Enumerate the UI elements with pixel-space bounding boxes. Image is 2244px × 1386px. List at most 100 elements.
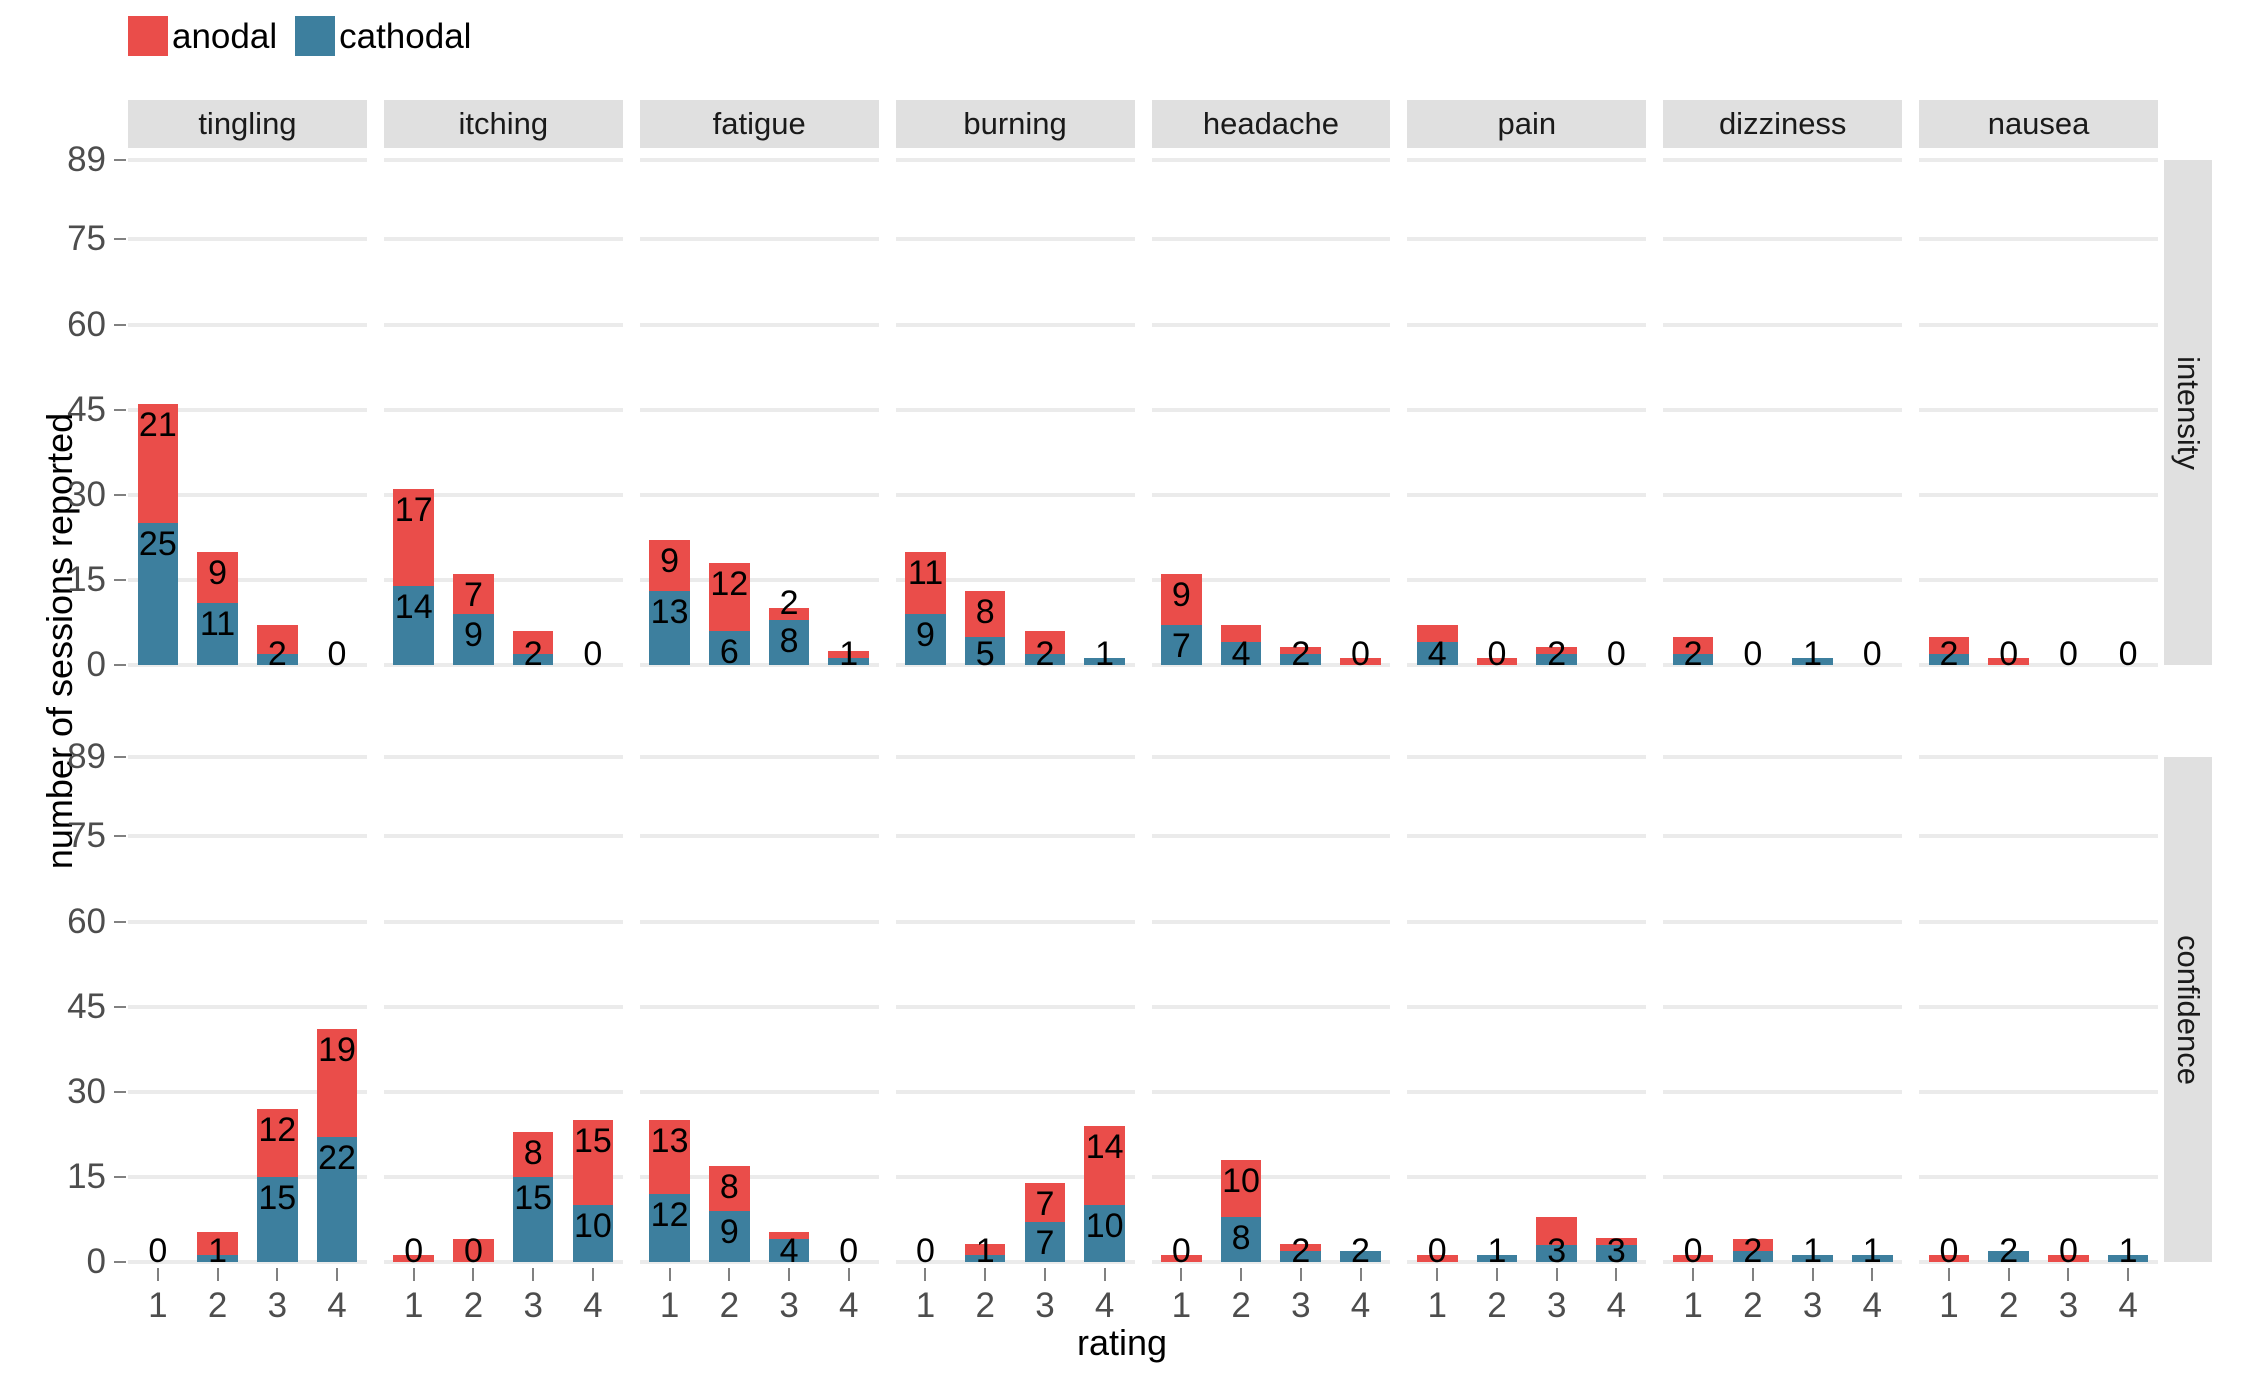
gridline [128, 237, 367, 242]
chart-root: anodal cathodal number of sessions report… [0, 0, 2244, 1386]
gridline [1919, 919, 2158, 924]
bar-value-label-zero: 0 [463, 1232, 483, 1270]
x-tick-label-headache-2: 2 [1231, 1286, 1251, 1325]
x-tick-label-burning-4: 4 [1094, 1286, 1115, 1325]
y-tick-mark [114, 159, 126, 161]
gridline [128, 755, 367, 759]
bar-value-label-cathodal: 12 [650, 1195, 689, 1234]
bar-value-label-anodal: 9 [660, 542, 680, 581]
gridline [383, 1004, 623, 1009]
gridline [639, 1089, 879, 1094]
y-tick-label-intensity-30: 30 [67, 474, 106, 514]
y-tick-label-confidence-45: 45 [67, 986, 106, 1026]
gridline [1407, 407, 1647, 412]
bar-value-label-zero: 0 [1351, 635, 1370, 673]
bar-value-label-cathodal: 1 [975, 1232, 995, 1270]
x-tick-label-pain-2: 2 [1487, 1286, 1507, 1325]
gridline [1663, 755, 1903, 759]
facet-row-strip-confidence: confidence [2164, 757, 2212, 1262]
gridline [1407, 237, 1647, 242]
y-tick-mark [114, 1090, 126, 1093]
y-tick-label-intensity-75: 75 [67, 219, 106, 259]
bar-value-label-zero: 0 [583, 635, 603, 673]
y-tick-mark [114, 920, 126, 923]
gridline [1663, 1089, 1903, 1094]
y-tick-mark [114, 323, 126, 326]
panel-intensity-tingling: 25 21 11 9 2 0 [128, 158, 367, 671]
gridline [1407, 577, 1647, 582]
bar-value-label-cathodal: 3 [1547, 1232, 1567, 1270]
legend-cathodal[interactable]: cathodal [295, 16, 489, 56]
facet-column-strips: tingling itching fatigue burning headache pai… [0, 100, 2244, 148]
gridline [1919, 158, 2158, 162]
x-tick-label-itching-1: 1 [404, 1286, 424, 1325]
x-tick-label-itching-3: 3 [523, 1286, 543, 1325]
x-tick-label-pain-3: 3 [1546, 1286, 1567, 1325]
gridline [1919, 834, 2158, 839]
gridline [895, 158, 1135, 162]
y-tick-mark [114, 578, 126, 581]
x-tick-mark [1811, 1268, 1814, 1281]
bar-value-label-cathodal: 10 [573, 1207, 612, 1246]
bar-value-label-anodal: 12 [258, 1110, 297, 1149]
bar-value-label-anodal: 2 [779, 583, 799, 622]
bar-value-label-cathodal: 1 [1487, 1232, 1507, 1270]
panel-intensity-headache: 7 9 4 2 0 [1151, 158, 1391, 671]
x-tick-mark [788, 1268, 791, 1281]
gridline [639, 834, 879, 839]
gridline [1919, 755, 2158, 759]
gridline [1663, 322, 1903, 327]
x-tick-mark [1751, 1268, 1754, 1281]
bar-value-label-cathodal: 2 [1547, 635, 1567, 673]
bar-value-label-zero: 0 [1606, 635, 1626, 673]
gridline [1919, 1089, 2158, 1094]
x-tick-mark [156, 1268, 159, 1281]
gridline [383, 919, 623, 924]
gridline [1919, 492, 2158, 497]
gridline [895, 322, 1135, 327]
gridline [383, 755, 623, 759]
y-tick-label-confidence-0: 0 [86, 1242, 106, 1281]
facet-strip-itching: itching [383, 100, 623, 148]
gridline [1407, 322, 1647, 327]
bar-value-label-cathodal: 14 [394, 587, 433, 626]
gridline [1407, 755, 1647, 759]
bar-value-label-anodal: 19 [318, 1031, 356, 1070]
x-tick-label-dizziness-2: 2 [1743, 1286, 1763, 1325]
x-tick-label-pain-4: 4 [1606, 1286, 1627, 1325]
legend-anodal[interactable]: anodal [128, 16, 295, 56]
bar-value-label-anodal: 8 [975, 593, 995, 632]
gridline [895, 755, 1135, 759]
x-tick-mark [1359, 1268, 1362, 1281]
bar-value-label-cathodal: 2 [1291, 635, 1311, 673]
gridline [1919, 237, 2158, 242]
y-tick-label-confidence-89: 89 [67, 737, 106, 776]
gridline [639, 919, 879, 924]
facet-row-strip-intensity: intensity [2164, 160, 2212, 665]
gridline [1407, 158, 1647, 162]
gridline [639, 1004, 879, 1009]
gridline [895, 834, 1135, 839]
facet-row-label-intensity: intensity [2171, 355, 2207, 470]
bar-value-label-cathodal: 2 [1291, 1232, 1311, 1270]
facet-strip-pain: pain [1407, 100, 1647, 148]
x-tick-mark [1495, 1268, 1498, 1281]
bar-value-label-anodal: 10 [1222, 1161, 1260, 1200]
bar-value-label-zero: 0 [1427, 1232, 1447, 1270]
y-tick-label-confidence-60: 60 [67, 901, 106, 941]
gridline [1151, 407, 1391, 412]
x-tick-mark [216, 1268, 219, 1281]
gridline [128, 158, 367, 162]
facet-strip-burning: burning [895, 100, 1135, 148]
panel-intensity-itching: 14 17 9 7 2 0 [383, 158, 623, 671]
x-tick-mark [728, 1268, 731, 1281]
panel-confidence-fatigue: 12 13 9 8 4 0 [639, 755, 879, 1268]
bar-value-label-anodal: 9 [208, 553, 228, 592]
bar-value-label-cathodal: 25 [138, 525, 177, 564]
facet-strip-dizziness: dizziness [1663, 100, 1903, 148]
x-tick-mark [1871, 1268, 1874, 1281]
x-tick-label-fatigue-3: 3 [779, 1286, 799, 1325]
gridline [1407, 834, 1647, 839]
y-tick-mark [114, 408, 126, 411]
bar-value-label-cathodal: 1 [1862, 1232, 1882, 1270]
